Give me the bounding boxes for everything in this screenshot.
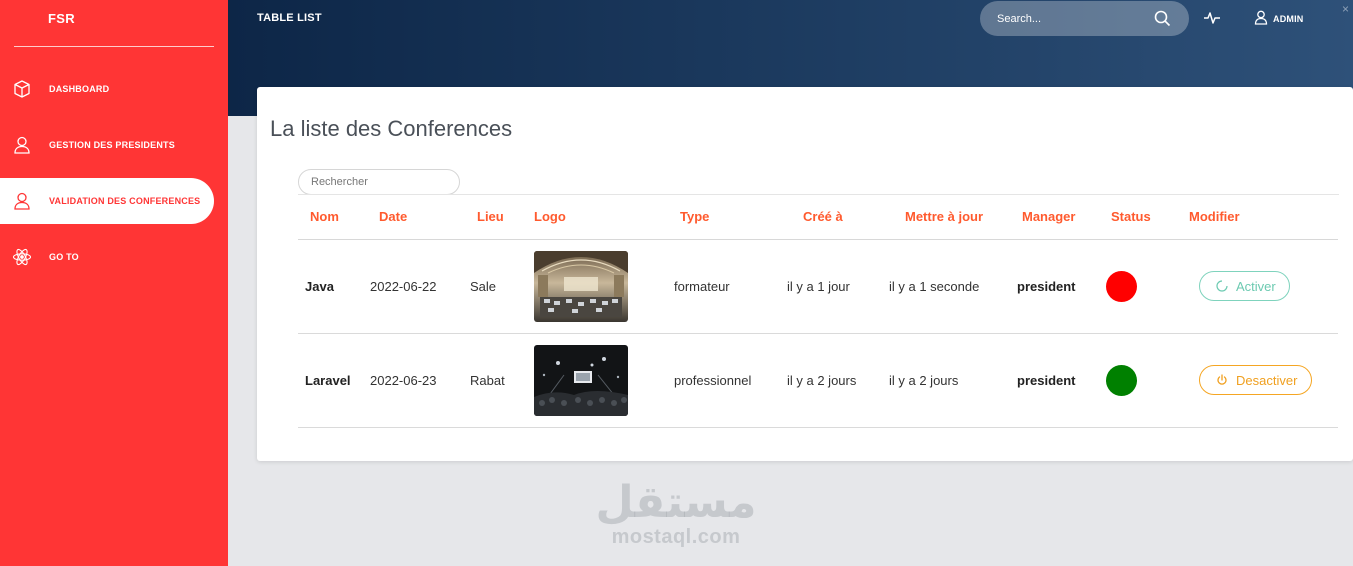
- cell-lieu: Sale: [470, 239, 534, 334]
- column-header-lieu[interactable]: Lieu: [470, 195, 534, 240]
- column-header-date[interactable]: Date: [370, 195, 470, 240]
- watermark-latin: mostaql.com: [611, 526, 741, 548]
- cell-maj: il y a 1 seconde: [889, 239, 1017, 334]
- search-input[interactable]: [980, 12, 1140, 25]
- sidebar-item-label: GO TO: [49, 252, 79, 262]
- cell-manager: president: [1017, 239, 1111, 334]
- desactiver-button[interactable]: Desactiver: [1199, 365, 1312, 395]
- column-header-nom[interactable]: Nom: [298, 195, 370, 240]
- column-header-cree[interactable]: Créé à: [787, 195, 889, 240]
- cell-logo: [534, 333, 674, 428]
- cell-type: professionnel: [674, 333, 787, 428]
- brand-name[interactable]: FSR: [48, 11, 75, 26]
- watermark: مستقل mostaql.com: [560, 478, 792, 549]
- user-icon: [1254, 10, 1268, 27]
- sidebar-item-label: GESTION DES PRESIDENTS: [49, 140, 175, 150]
- user-label: ADMIN: [1273, 13, 1304, 24]
- power-icon: [1216, 374, 1228, 386]
- cell-date: 2022-06-22: [370, 239, 470, 334]
- cell-cree: il y a 1 jour: [787, 239, 889, 334]
- card-title: La liste des Conferences: [270, 116, 513, 141]
- atom-icon: [12, 247, 32, 267]
- cell-status: [1106, 333, 1189, 428]
- cell-date: 2022-06-23: [370, 333, 470, 428]
- cube-icon: [12, 79, 32, 99]
- cell-maj: il y a 2 jours: [889, 333, 1017, 428]
- cell-nom: Java: [298, 239, 370, 334]
- conference-logo-image: [534, 250, 628, 322]
- button-label: Activer: [1236, 278, 1276, 294]
- column-header-type[interactable]: Type: [674, 195, 787, 240]
- column-header-manager[interactable]: Manager: [1017, 195, 1111, 240]
- column-header-modifier[interactable]: Modifier: [1189, 195, 1338, 240]
- table-header-row: Nom Date Lieu Logo Type Créé à Mettre à …: [298, 195, 1338, 240]
- user-icon: [12, 135, 32, 155]
- cell-manager: president: [1017, 333, 1111, 428]
- status-indicator-inactive: [1106, 270, 1137, 302]
- status-indicator-active: [1106, 364, 1137, 396]
- sidebar-item-dashboard[interactable]: DASHBOARD: [0, 66, 214, 112]
- cell-status: [1106, 239, 1189, 334]
- cell-cree: il y a 2 jours: [787, 333, 889, 428]
- conferences-card: La liste des Conferences Nom Date Lieu L…: [257, 87, 1353, 461]
- activity-icon[interactable]: [1203, 9, 1221, 32]
- search-box: [980, 1, 1189, 36]
- watermark-arabic: مستقل: [595, 477, 757, 528]
- cell-lieu: Rabat: [470, 333, 534, 428]
- search-icon[interactable]: [1154, 10, 1171, 32]
- cell-modifier: Activer: [1189, 239, 1338, 334]
- column-header-status[interactable]: Status: [1111, 195, 1189, 240]
- cell-type: formateur: [674, 239, 787, 334]
- user-icon: [12, 191, 32, 211]
- sidebar-item-validation[interactable]: VALIDATION DES CONFERENCES: [0, 178, 214, 224]
- button-label: Desactiver: [1236, 372, 1298, 388]
- sidebar: FSR DASHBOARD GESTION DES PRESIDENTS VAL…: [0, 0, 228, 566]
- sidebar-item-presidents[interactable]: GESTION DES PRESIDENTS: [0, 122, 214, 168]
- cell-logo: [534, 239, 674, 334]
- user-menu[interactable]: ADMIN: [1254, 10, 1304, 27]
- page-title: TABLE LIST: [257, 12, 322, 24]
- column-header-maj[interactable]: Mettre à jour: [889, 195, 1017, 240]
- table-row: Java 2022-06-22 Sale formateur il y a 1 …: [298, 239, 1338, 334]
- conference-logo-image: [534, 344, 628, 416]
- loading-icon: [1216, 280, 1228, 292]
- sidebar-item-goto[interactable]: GO TO: [0, 234, 214, 280]
- cell-nom: Laravel: [298, 333, 370, 428]
- table-row: Laravel 2022-06-23 Rabat professionnel i…: [298, 333, 1338, 428]
- conferences-table: Nom Date Lieu Logo Type Créé à Mettre à …: [298, 195, 1338, 428]
- column-header-logo[interactable]: Logo: [534, 195, 674, 240]
- sidebar-item-label: VALIDATION DES CONFERENCES: [49, 196, 201, 206]
- cell-modifier: Desactiver: [1189, 333, 1338, 428]
- activer-button[interactable]: Activer: [1199, 271, 1290, 301]
- sidebar-item-label: DASHBOARD: [49, 84, 110, 94]
- filter-input[interactable]: [298, 169, 460, 195]
- sidebar-nav: DASHBOARD GESTION DES PRESIDENTS VALIDAT…: [0, 66, 228, 290]
- close-icon[interactable]: ×: [1342, 2, 1349, 16]
- brand: FSR: [14, 0, 214, 47]
